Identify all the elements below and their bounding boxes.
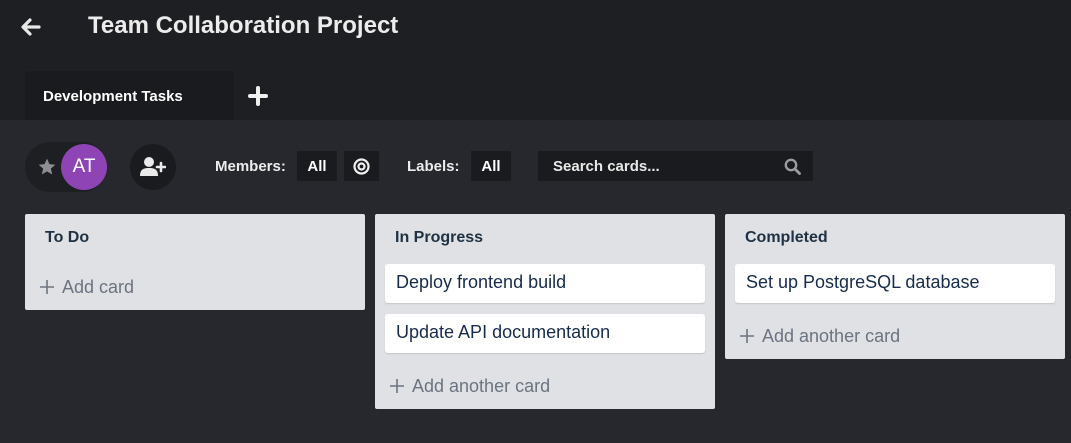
add-card-label: Add card xyxy=(62,276,135,297)
arrow-left-icon xyxy=(21,18,41,36)
back-button[interactable] xyxy=(18,14,44,40)
top-bar: Team Collaboration Project xyxy=(0,0,1071,58)
tab-bar: Development Tasks xyxy=(0,58,1071,120)
members-filter-label: Members: xyxy=(215,158,286,175)
list-title[interactable]: To Do xyxy=(45,229,89,247)
members-filter-dropdown[interactable]: All xyxy=(297,151,337,181)
add-member-button[interactable] xyxy=(130,144,176,190)
list-title[interactable]: Completed xyxy=(745,229,828,247)
user-plus-icon xyxy=(140,157,166,176)
member-avatars: AT xyxy=(25,142,107,192)
add-another-card-button[interactable]: Add another card xyxy=(389,373,550,399)
focus-filter-button[interactable] xyxy=(344,151,379,181)
search-input[interactable] xyxy=(553,157,773,175)
add-card-button[interactable]: Add card xyxy=(39,274,134,300)
card[interactable]: Deploy frontend build xyxy=(385,264,705,303)
add-tab-button[interactable] xyxy=(246,84,270,108)
card[interactable]: Update API documentation xyxy=(385,314,705,353)
labels-filter-dropdown[interactable]: All xyxy=(471,151,511,181)
page-title: Team Collaboration Project xyxy=(88,12,399,39)
plus-icon xyxy=(740,329,754,343)
plus-icon xyxy=(248,86,268,106)
plus-icon xyxy=(390,379,404,393)
plus-icon xyxy=(40,280,54,294)
search-box xyxy=(538,151,813,181)
list-title[interactable]: In Progress xyxy=(395,229,483,247)
star-icon[interactable] xyxy=(37,157,57,177)
target-icon xyxy=(353,157,370,175)
list-to-do: To Do Add card xyxy=(25,214,365,310)
labels-filter-label: Labels: xyxy=(407,158,460,175)
list-completed: Completed Set up PostgreSQL database Add… xyxy=(725,214,1065,359)
add-card-label: Add another card xyxy=(412,375,551,396)
add-card-label: Add another card xyxy=(762,325,901,346)
search-icon[interactable] xyxy=(784,158,801,175)
card[interactable]: Set up PostgreSQL database xyxy=(735,264,1055,303)
avatar[interactable]: AT xyxy=(61,144,107,190)
list-in-progress: In Progress Deploy frontend build Update… xyxy=(375,214,715,409)
add-another-card-button[interactable]: Add another card xyxy=(739,323,900,349)
board-toolbar: AT Members: All Labels: All xyxy=(0,120,1071,214)
tab-development-tasks[interactable]: Development Tasks xyxy=(25,71,234,120)
